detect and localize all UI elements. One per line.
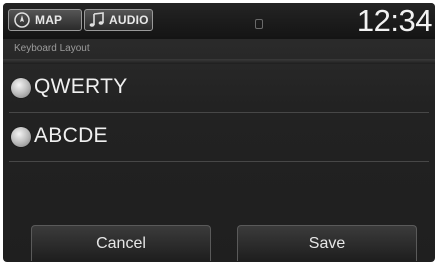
map-button-label: MAP — [35, 13, 63, 27]
audio-button[interactable]: AUDIO — [84, 9, 153, 31]
option-abcde[interactable]: ABCDE — [3, 113, 435, 161]
map-button[interactable]: MAP — [8, 9, 82, 31]
radio-button-icon[interactable] — [11, 78, 31, 98]
option-label: ABCDE — [34, 124, 108, 147]
nav-screen: MAP AUDIO 12:34 Keyboard Layout QWERTY A… — [3, 3, 435, 262]
divider — [9, 161, 429, 162]
cancel-button[interactable]: Cancel — [31, 225, 211, 261]
save-button[interactable]: Save — [237, 225, 417, 261]
option-label: QWERTY — [34, 75, 128, 98]
top-bar: MAP AUDIO 12:34 — [3, 3, 435, 39]
compass-icon — [12, 11, 32, 29]
clock: 12:34 — [356, 3, 433, 38]
option-qwerty[interactable]: QWERTY — [3, 64, 435, 112]
radio-button-icon[interactable] — [11, 127, 31, 147]
audio-button-label: AUDIO — [109, 13, 149, 27]
page-title: Keyboard Layout — [14, 43, 90, 54]
music-note-icon — [88, 11, 106, 29]
signal-indicator-icon — [255, 19, 263, 29]
